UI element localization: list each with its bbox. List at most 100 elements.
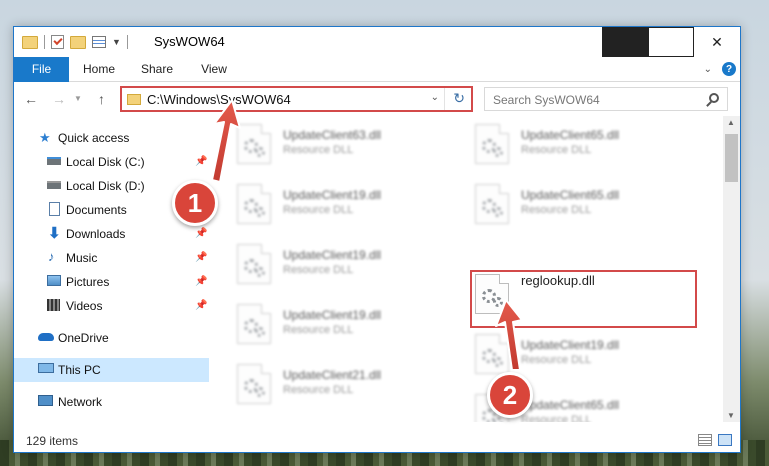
sidebar-item-label: Music [66,251,98,265]
window-title: SysWOW64 [154,34,225,49]
file-type: Resource DLL [521,204,592,216]
navigation-pane: ★ Quick access Local Disk (C:) 📌 Local D… [14,116,209,422]
file-type: Resource DLL [283,204,354,216]
drive-icon [47,157,61,165]
sidebar-item-label: Videos [66,299,103,313]
back-arrow-icon[interactable]: ← [24,91,38,107]
pin-icon[interactable]: 📌 [195,252,207,263]
sidebar-item-quick-access[interactable]: ★ Quick access [14,126,209,150]
sidebar-item-label: This PC [58,363,101,377]
sidebar-item-music[interactable]: ♪ Music 📌 [14,246,209,270]
help-icon[interactable]: ? [722,62,736,76]
star-icon: ★ [39,130,51,145]
step-2-badge: 2 [487,372,533,418]
documents-icon [49,202,60,216]
tab-share[interactable]: Share [132,57,182,82]
pin-icon[interactable]: 📌 [195,228,207,239]
file-type: Resource DLL [283,144,354,156]
list-item[interactable]: UpdateClient65.dll Resource DLL [475,180,695,230]
list-item[interactable]: UpdateClient19.dll Resource DLL [237,300,457,350]
dll-file-icon [475,274,509,314]
folder-icon [22,35,38,49]
dll-file-icon [475,184,509,224]
toolbar-divider [44,35,45,49]
file-type: Resource DLL [283,384,354,396]
sidebar-item-label: Local Disk (D:) [66,179,145,193]
file-type: Resource DLL [521,414,592,422]
recent-locations-chevron-icon[interactable]: ▼ [74,94,82,103]
sidebar-item-videos[interactable]: Videos 📌 [14,294,209,318]
pin-icon[interactable]: 📌 [195,300,207,311]
large-icons-view-icon[interactable] [718,434,732,446]
file-type: Resource DLL [521,144,592,156]
scroll-down-icon[interactable]: ▼ [727,411,735,420]
list-item[interactable]: UpdateClient63.dll Resource DLL [237,120,457,170]
pin-icon[interactable]: 📌 [195,156,207,167]
forward-arrow-icon[interactable]: → [52,91,66,107]
search-box[interactable]: Search SysWOW64 [484,87,728,111]
dll-file-icon [237,124,271,164]
file-name: UpdateClient65.dll [521,188,620,202]
sidebar-item-local-disk-c[interactable]: Local Disk (C:) 📌 [14,150,209,174]
maximize-button[interactable] [648,27,694,57]
status-bar: 129 items [14,430,740,452]
address-folder-icon [127,94,141,105]
tab-view[interactable]: View [189,57,239,82]
tab-file[interactable]: File [14,57,69,82]
file-name: UpdateClient19.dll [283,188,382,202]
properties-icon[interactable] [92,36,106,48]
tab-home[interactable]: Home [74,57,124,82]
dll-file-icon [475,334,509,374]
list-item[interactable]: UpdateClient19.dll Resource DLL [237,240,457,290]
file-name: UpdateClient19.dll [521,338,620,352]
minimize-button[interactable] [602,27,648,57]
file-type: Resource DLL [283,264,354,276]
sidebar-item-network[interactable]: Network [14,390,209,414]
sidebar-item-label: Downloads [66,227,126,241]
list-item-reglookup[interactable]: reglookup.dll [475,270,695,320]
customize-toolbar-chevron-icon[interactable]: ▼ [112,37,121,47]
toolbar-divider [126,35,128,49]
pin-icon[interactable]: 📌 [195,276,207,287]
scroll-up-icon[interactable]: ▲ [727,118,735,127]
list-item[interactable]: UpdateClient65.dll Resource DLL [475,120,695,170]
list-item[interactable]: UpdateClient21.dll Resource DLL [237,360,457,410]
file-name: UpdateClient63.dll [283,128,382,142]
download-icon: ⬇ [48,225,61,242]
dll-file-icon [237,244,271,284]
list-item[interactable]: UpdateClient19.dll Resource DLL [237,180,457,230]
file-name: UpdateClient21.dll [283,368,382,382]
address-path[interactable]: C:\Windows\SysWOW64 [147,92,291,107]
sidebar-item-label: Pictures [66,275,110,289]
drive-icon [47,181,61,189]
file-type: Resource DLL [521,354,592,366]
sidebar-item-downloads[interactable]: ⬇ Downloads 📌 [14,222,209,246]
address-history-chevron-icon[interactable]: ⌄ [431,92,439,103]
file-type: Resource DLL [283,324,354,336]
up-arrow-icon[interactable]: ↑ [98,91,105,107]
title-bar: ▼ SysWOW64 ✕ [14,27,740,57]
address-bar[interactable]: C:\Windows\SysWOW64 ⌄ ↻ [120,87,472,111]
close-button[interactable]: ✕ [694,27,740,57]
vertical-scrollbar[interactable]: ▲ ▼ [723,116,740,422]
search-input[interactable]: Search SysWOW64 [493,93,600,107]
expand-ribbon-chevron-icon[interactable]: ⌄ [704,64,712,75]
music-icon: ♪ [48,249,55,264]
pictures-icon [47,275,61,286]
sidebar-item-this-pc[interactable]: This PC [14,358,209,382]
scrollbar-thumb[interactable] [725,134,738,182]
dll-file-icon [237,304,271,344]
details-view-icon[interactable] [698,434,712,446]
refresh-icon[interactable]: ↻ [453,90,465,107]
sidebar-item-label: Quick access [58,131,130,145]
properties-check-icon[interactable] [51,35,64,49]
item-count: 129 items [26,434,79,448]
videos-icon [47,299,60,311]
file-name: UpdateClient19.dll [283,308,382,322]
new-folder-icon[interactable] [70,35,86,49]
dll-file-icon [237,364,271,404]
sidebar-item-onedrive[interactable]: OneDrive [14,326,209,350]
sidebar-item-pictures[interactable]: Pictures 📌 [14,270,209,294]
search-icon[interactable] [709,93,719,103]
file-name: UpdateClient65.dll [521,398,620,412]
